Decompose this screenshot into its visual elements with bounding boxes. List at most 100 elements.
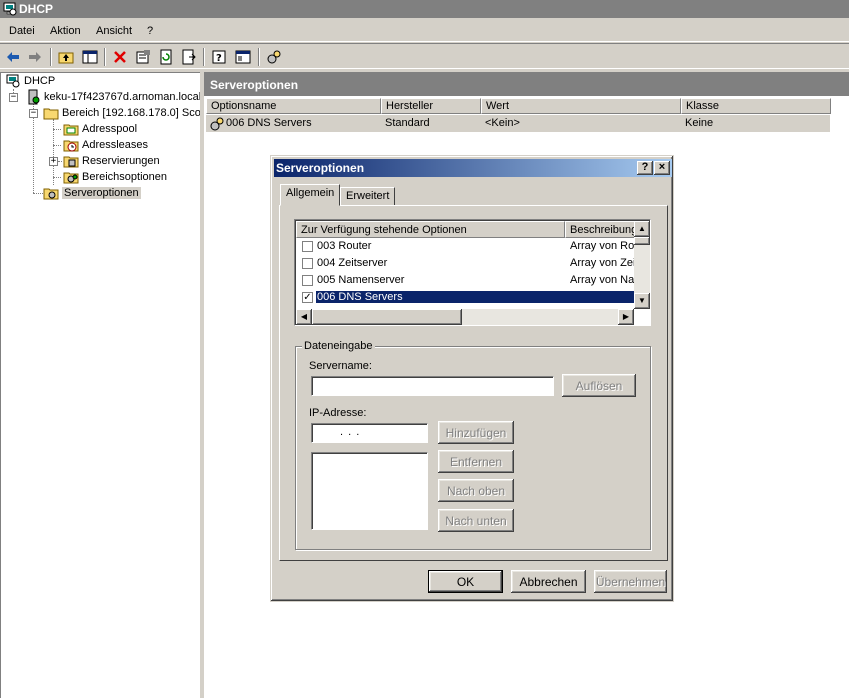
back-icon xyxy=(7,52,19,62)
window-titlebar[interactable]: DHCP xyxy=(0,0,849,18)
ip-address-input[interactable]: . . . xyxy=(311,423,428,443)
scroll-right-icon[interactable]: ▶ xyxy=(618,309,634,325)
delete-icon xyxy=(114,51,126,63)
option-checkbox[interactable] xyxy=(302,258,313,269)
column-hersteller[interactable]: Hersteller xyxy=(381,98,481,114)
tree-node-adressleases[interactable]: Adressleases xyxy=(63,137,148,153)
toolbar: ? xyxy=(0,43,849,69)
dialog-close-button[interactable]: × xyxy=(654,161,670,175)
column-optionsname[interactable]: Optionsname xyxy=(206,98,381,114)
vertical-scrollbar[interactable]: ▲ ▼ xyxy=(634,221,650,309)
collapse-icon[interactable]: − xyxy=(9,93,18,102)
tab-label: Erweitert xyxy=(346,190,390,202)
refresh-icon xyxy=(160,49,172,65)
menu-help[interactable]: ? xyxy=(147,25,153,37)
menu-ansicht[interactable]: Ansicht xyxy=(96,25,132,37)
apply-button[interactable]: Übernehmen xyxy=(594,570,667,593)
export-list-button[interactable] xyxy=(179,47,199,67)
option-checkbox[interactable] xyxy=(302,241,313,252)
list-item[interactable]: 004 Zeitserver Array von Zeitserver xyxy=(296,255,650,272)
options-list[interactable]: Zur Verfügung stehende Optionen Beschrei… xyxy=(294,219,651,326)
scroll-left-icon[interactable]: ◀ xyxy=(296,309,312,325)
column-description[interactable]: Beschreibung xyxy=(565,221,635,238)
option-checkbox[interactable] xyxy=(302,275,313,286)
list-item[interactable]: 005 Namenserver Array von Namenserver xyxy=(296,272,650,289)
tree-node-dhcp[interactable]: DHCP xyxy=(5,73,55,89)
server-options-icon xyxy=(43,188,59,200)
toolbar-separator xyxy=(50,48,52,66)
delete-button[interactable] xyxy=(110,47,130,67)
menu-bar: Datei Aktion Ansicht ? xyxy=(0,21,849,42)
scroll-up-icon[interactable]: ▲ xyxy=(634,221,650,237)
dialog-title: Serveroptionen xyxy=(276,161,365,175)
list-item-selected[interactable]: ✓ 006 DNS Servers xyxy=(296,289,635,306)
tree-label: Adresspool xyxy=(82,123,138,135)
tab-erweitert[interactable]: Erweitert xyxy=(340,187,396,205)
cell-hersteller: Standard xyxy=(385,117,430,129)
expand-icon[interactable]: + xyxy=(49,157,58,166)
cell-wert: <Kein> xyxy=(485,117,520,129)
group-label: Dateneingabe xyxy=(302,340,375,352)
servername-label: Servername: xyxy=(309,360,372,372)
menu-datei[interactable]: Datei xyxy=(9,25,35,37)
tree-label: Reservierungen xyxy=(82,155,160,167)
scroll-down-icon[interactable]: ▼ xyxy=(634,293,650,309)
scroll-thumb[interactable] xyxy=(312,309,462,325)
option-icon xyxy=(210,117,224,131)
server-icon xyxy=(28,89,40,105)
tab-allgemein[interactable]: Allgemein xyxy=(280,184,341,206)
dialog-titlebar[interactable]: Serveroptionen ? × xyxy=(274,159,672,177)
column-klasse[interactable]: Klasse xyxy=(681,98,831,114)
option-name: 004 Zeitserver xyxy=(317,257,388,269)
remove-button[interactable]: Entfernen xyxy=(438,450,514,473)
show-tree-button[interactable] xyxy=(80,47,100,67)
properties-button[interactable] xyxy=(133,47,153,67)
option-checkbox-checked[interactable]: ✓ xyxy=(302,292,313,303)
option-name: 006 DNS Servers xyxy=(316,291,634,303)
tree-node-bereichsoptionen[interactable]: Bereichsoptionen xyxy=(63,169,167,185)
tree-label: Adressleases xyxy=(82,139,149,151)
column-wert[interactable]: Wert xyxy=(481,98,681,114)
column-available-options[interactable]: Zur Verfügung stehende Optionen xyxy=(296,221,565,238)
forward-button[interactable] xyxy=(25,47,45,67)
move-down-button[interactable]: Nach unten xyxy=(438,509,514,532)
console-button[interactable] xyxy=(233,47,253,67)
option-name: 005 Namenserver xyxy=(317,274,405,286)
toolbar-separator xyxy=(104,48,106,66)
move-up-button[interactable]: Nach oben xyxy=(438,479,514,502)
horizontal-scrollbar[interactable]: ◀ ▶ xyxy=(296,309,634,325)
table-row[interactable]: 006 DNS Servers Standard <Kein> Keine xyxy=(206,115,830,132)
servername-input[interactable] xyxy=(311,376,554,396)
tree-label: Bereich [192.168.178.0] Scope xyxy=(62,107,200,119)
list-item[interactable]: 003 Router Array von Router xyxy=(296,238,650,255)
back-button[interactable] xyxy=(3,47,23,67)
dhcp-icon xyxy=(3,2,17,16)
add-button[interactable]: Hinzufügen xyxy=(438,421,514,444)
collapse-icon[interactable]: − xyxy=(29,109,38,118)
console-tree[interactable]: DHCP − keku-17f423767d.arnoman.local − B… xyxy=(0,72,200,698)
tree-node-scope[interactable]: Bereich [192.168.178.0] Scope xyxy=(43,105,200,121)
cancel-button[interactable]: Abbrechen xyxy=(511,570,586,593)
tree-node-serveroptionen[interactable]: Serveroptionen xyxy=(43,185,141,201)
address-pool-icon xyxy=(63,124,79,136)
server-options-icon xyxy=(267,50,281,64)
toolbar-separator xyxy=(258,48,260,66)
help-button[interactable]: ? xyxy=(209,47,229,67)
tree-node-server[interactable]: keku-17f423767d.arnoman.local xyxy=(25,89,200,105)
tree-label: Bereichsoptionen xyxy=(82,171,168,183)
scope-options-icon xyxy=(63,172,79,184)
up-level-button[interactable] xyxy=(56,47,76,67)
menu-aktion[interactable]: Aktion xyxy=(50,25,81,37)
ip-address-list[interactable] xyxy=(311,452,428,530)
scroll-thumb[interactable] xyxy=(634,237,650,245)
tree-node-adresspool[interactable]: Adresspool xyxy=(63,121,137,137)
export-icon xyxy=(182,49,196,65)
server-options-toolbar-button[interactable] xyxy=(264,47,284,67)
console-icon xyxy=(235,50,251,64)
refresh-button[interactable] xyxy=(156,47,176,67)
resolve-button[interactable]: Auflösen xyxy=(562,374,636,397)
dialog-help-button[interactable]: ? xyxy=(637,161,653,175)
tree-node-reservierungen[interactable]: Reservierungen xyxy=(63,153,160,169)
reservations-icon xyxy=(63,156,79,168)
ok-button[interactable]: OK xyxy=(428,570,503,593)
